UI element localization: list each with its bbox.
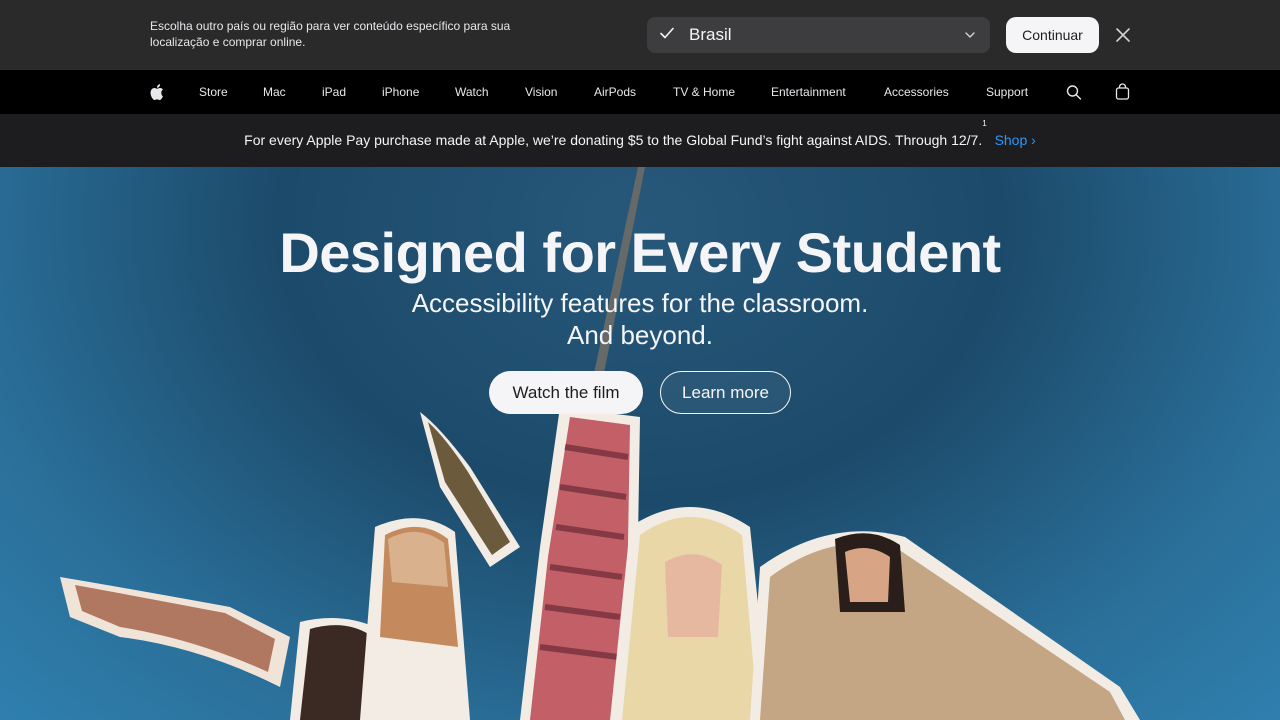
nav-item-store[interactable]: Store [199, 84, 228, 100]
nav-item-tv-home[interactable]: TV & Home [673, 84, 735, 100]
nav-item-iphone[interactable]: iPhone [382, 84, 419, 100]
locale-banner: Escolha outro país ou região para ver co… [0, 0, 1280, 70]
checkmark-icon [660, 27, 674, 39]
locale-message: Escolha outro país ou região para ver co… [150, 19, 511, 49]
hero-subtitle-line2: And beyond. [566, 320, 713, 350]
global-nav: Store Mac iPad iPhone Watch Vision AirPo… [0, 70, 1280, 114]
region-select-value: Brasil [689, 25, 732, 44]
ribbon-text: For every Apple Pay purchase made at App… [244, 132, 983, 148]
apple-logo-icon[interactable] [149, 83, 164, 101]
nav-item-ipad[interactable]: iPad [322, 84, 346, 100]
ribbon-footnote[interactable]: 1 [982, 119, 986, 128]
nav-item-support[interactable]: Support [986, 84, 1028, 100]
region-select[interactable]: Brasil [647, 17, 990, 53]
watch-film-button[interactable]: Watch the film [489, 371, 643, 414]
nav-item-entertainment[interactable]: Entertainment [771, 84, 846, 100]
hero-section: Designed for Every Student Accessibility… [0, 167, 1280, 720]
hero-subtitle: Accessibility features for the classroom… [0, 287, 1280, 351]
promo-ribbon: For every Apple Pay purchase made at App… [0, 114, 1280, 167]
bag-icon[interactable] [1115, 83, 1130, 101]
continue-button[interactable]: Continuar [1006, 17, 1099, 53]
hero-title: Designed for Every Student [279, 221, 1001, 284]
close-icon[interactable] [1114, 26, 1132, 44]
search-icon[interactable] [1066, 83, 1082, 101]
chevron-right-icon: › [1031, 132, 1036, 148]
chevron-down-icon [965, 32, 975, 38]
hero-subtitle-line1: Accessibility features for the classroom… [411, 288, 869, 318]
nav-item-vision[interactable]: Vision [525, 84, 557, 100]
nav-item-mac[interactable]: Mac [263, 84, 286, 100]
ribbon-shop-link[interactable]: Shop › [995, 132, 1036, 148]
nav-item-watch[interactable]: Watch [455, 84, 489, 100]
nav-item-accessories[interactable]: Accessories [884, 84, 949, 100]
ribbon-shop-label: Shop [994, 132, 1028, 148]
learn-more-button[interactable]: Learn more [660, 371, 791, 414]
nav-item-airpods[interactable]: AirPods [594, 84, 636, 100]
